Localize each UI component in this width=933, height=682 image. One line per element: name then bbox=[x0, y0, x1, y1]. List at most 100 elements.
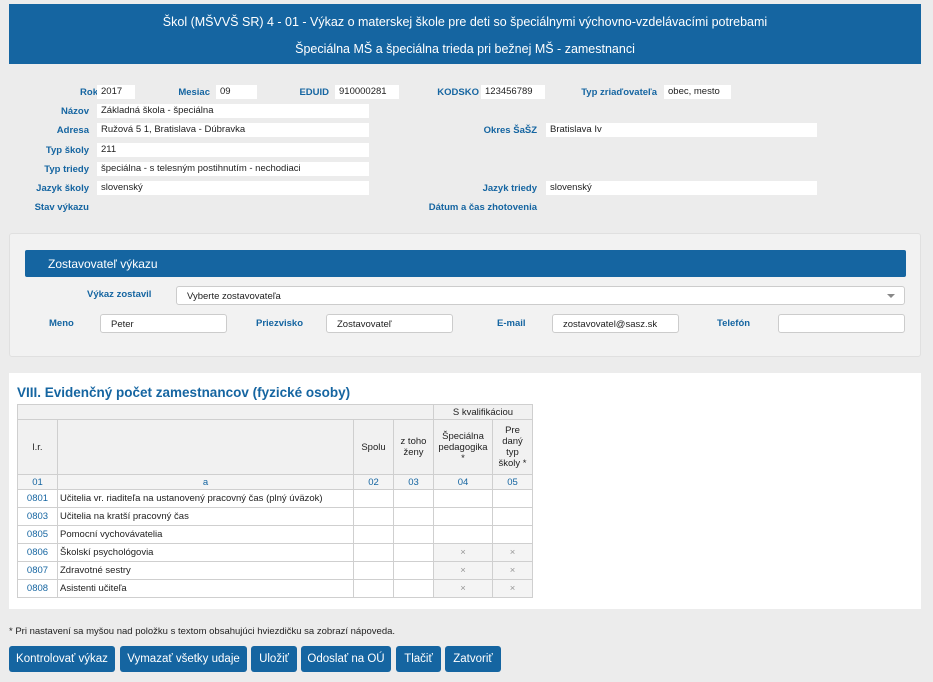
telefon-input[interactable] bbox=[778, 314, 905, 333]
vymazat-button[interactable]: Vymazať všetky udaje bbox=[120, 646, 247, 672]
meno-input[interactable]: Peter bbox=[100, 314, 227, 333]
row-code: 0805 bbox=[17, 525, 58, 544]
rok-label: Rok bbox=[80, 87, 98, 98]
help-note: * Pri nastavení sa myšou nad položku s t… bbox=[9, 626, 396, 637]
num-04: 04 bbox=[433, 474, 493, 490]
telefon-label: Telefón bbox=[717, 318, 751, 329]
vykaz-zostavil-label: Výkaz zostavil bbox=[87, 289, 152, 300]
spolu-cell[interactable] bbox=[353, 543, 394, 562]
zostavovatel-select-value: Vyberte zostavovateľa bbox=[187, 291, 281, 302]
meno-label: Meno bbox=[49, 318, 74, 329]
kvalifikacia-header: S kvalifikáciou bbox=[433, 404, 533, 420]
spolu-cell[interactable] bbox=[353, 579, 394, 598]
report-header: Škol (MŠVVŠ SR) 4 - 01 - Výkaz o matersk… bbox=[9, 4, 921, 64]
mesiac-value: 09 bbox=[216, 85, 257, 99]
zostavovatel-title: Zostavovateľ výkazu bbox=[25, 250, 906, 277]
adresa-label: Adresa bbox=[56, 125, 89, 136]
col-specialna-pedagogika-header[interactable]: Špeciálna pedagogika * bbox=[433, 419, 493, 475]
col-lr-header: l.r. bbox=[17, 419, 58, 475]
zeny-cell[interactable] bbox=[393, 561, 434, 580]
spolu-cell[interactable] bbox=[353, 489, 394, 508]
table-row: 0807 Zdravotné sestry × × bbox=[17, 561, 533, 580]
email-label: E-mail bbox=[497, 318, 526, 329]
row-code: 0806 bbox=[17, 543, 58, 562]
section-title: VIII. Evidenčný počet zamestnancov (fyzi… bbox=[17, 385, 351, 400]
row-label: Školskí psychológovia bbox=[57, 543, 354, 562]
mesiac-label: Mesiac bbox=[178, 87, 210, 98]
zeny-cell[interactable] bbox=[393, 579, 434, 598]
table-row: 0805 Pomocní vychovávatelia bbox=[17, 525, 533, 544]
typ-zriadovatela-value: obec, mesto bbox=[664, 85, 731, 99]
chevron-down-icon bbox=[887, 294, 895, 298]
kodsko-value: 123456789 bbox=[481, 85, 545, 99]
spolu-cell[interactable] bbox=[353, 507, 394, 526]
employee-count-table: S kvalifikáciou l.r. Spolu z toho ženy Š… bbox=[17, 404, 533, 598]
typ-skoly-label: Typ školy bbox=[45, 145, 89, 156]
specialna-cell[interactable] bbox=[433, 489, 493, 508]
spolu-cell[interactable] bbox=[353, 525, 394, 544]
nazov-value: Základná škola - špeciálna bbox=[97, 104, 369, 118]
eduid-value: 910000281 bbox=[335, 85, 399, 99]
report-title: Škol (MŠVVŠ SR) 4 - 01 - Výkaz o matersk… bbox=[162, 15, 768, 29]
zeny-cell[interactable] bbox=[393, 489, 434, 508]
email-input[interactable]: zostavovatel@sasz.sk bbox=[552, 314, 679, 333]
typ-zriadovatela-label: Typ zriaďovateľa bbox=[581, 87, 657, 98]
table-row: 0801 Učitelia vr. riaditeľa na ustanoven… bbox=[17, 489, 533, 508]
datum-zhotovenia-label: Dátum a čas zhotovenia bbox=[428, 202, 537, 213]
spolu-cell[interactable] bbox=[353, 561, 394, 580]
jazyk-triedy-label: Jazyk triedy bbox=[482, 183, 537, 194]
nazov-label: Názov bbox=[61, 106, 89, 117]
rok-value: 2017 bbox=[97, 85, 135, 99]
disabled-cell: × bbox=[492, 561, 533, 580]
row-label: Asistenti učiteľa bbox=[57, 579, 354, 598]
tlacit-button[interactable]: Tlačiť bbox=[396, 646, 441, 672]
okres-value: Bratislava Iv bbox=[546, 123, 817, 137]
school-info: Rok 2017 Mesiac 09 EDUID 910000281 KODSK… bbox=[9, 76, 921, 218]
employee-count-section: VIII. Evidenčný počet zamestnancov (fyzi… bbox=[9, 373, 921, 609]
pre-typ-cell[interactable] bbox=[492, 489, 533, 508]
pre-typ-cell[interactable] bbox=[492, 525, 533, 544]
typ-triedy-label: Typ triedy bbox=[44, 164, 89, 175]
num-05: 05 bbox=[492, 474, 533, 490]
disabled-cell: × bbox=[433, 579, 493, 598]
zeny-cell[interactable] bbox=[393, 543, 434, 562]
specialna-cell[interactable] bbox=[433, 507, 493, 526]
disabled-cell: × bbox=[433, 543, 493, 562]
jazyk-triedy-value: slovenský bbox=[546, 181, 817, 195]
adresa-value: Ružová 5 1, Bratislava - Dúbravka bbox=[97, 123, 369, 137]
row-code: 0808 bbox=[17, 579, 58, 598]
zostavovatel-panel: Zostavovateľ výkazu Výkaz zostavil Vyber… bbox=[9, 233, 921, 357]
priezvisko-input[interactable]: Zostavovateľ bbox=[326, 314, 453, 333]
kodsko-label: KODSKO bbox=[437, 87, 479, 98]
kontrolovat-button[interactable]: Kontrolovať výkaz bbox=[9, 646, 115, 672]
table-row: 0808 Asistenti učiteľa × × bbox=[17, 579, 533, 598]
eduid-label: EDUID bbox=[299, 87, 329, 98]
jazyk-skoly-label: Jazyk školy bbox=[36, 183, 89, 194]
disabled-cell: × bbox=[433, 561, 493, 580]
num-03: 03 bbox=[393, 474, 434, 490]
row-label: Zdravotné sestry bbox=[57, 561, 354, 580]
col-spolu-header: Spolu bbox=[353, 419, 394, 475]
num-02: 02 bbox=[353, 474, 394, 490]
zeny-cell[interactable] bbox=[393, 525, 434, 544]
report-subtitle: Špeciálna MŠ a špeciálna trieda pri bežn… bbox=[295, 42, 635, 56]
stav-vykazu-label: Stav výkazu bbox=[34, 202, 89, 213]
typ-skoly-value: 211 bbox=[97, 143, 369, 157]
col-pre-typ-skoly-header[interactable]: Pre daný typ školy * bbox=[492, 419, 533, 475]
zostavovatel-select[interactable]: Vyberte zostavovateľa bbox=[176, 286, 905, 305]
disabled-cell: × bbox=[492, 579, 533, 598]
zeny-cell[interactable] bbox=[393, 507, 434, 526]
zatvorit-button[interactable]: Zatvoriť bbox=[445, 646, 501, 672]
row-code: 0801 bbox=[17, 489, 58, 508]
priezvisko-label: Priezvisko bbox=[256, 318, 303, 329]
row-label: Učitelia vr. riaditeľa na ustanovený pra… bbox=[57, 489, 354, 508]
num-a: a bbox=[57, 474, 354, 490]
row-label: Učitelia na kratší pracovný čas bbox=[57, 507, 354, 526]
odoslat-button[interactable]: Odoslať na OÚ bbox=[301, 646, 391, 672]
specialna-cell[interactable] bbox=[433, 525, 493, 544]
num-lr: 01 bbox=[17, 474, 58, 490]
ulozit-button[interactable]: Uložiť bbox=[251, 646, 297, 672]
col-zeny-header: z toho ženy bbox=[393, 419, 434, 475]
row-label: Pomocní vychovávatelia bbox=[57, 525, 354, 544]
pre-typ-cell[interactable] bbox=[492, 507, 533, 526]
